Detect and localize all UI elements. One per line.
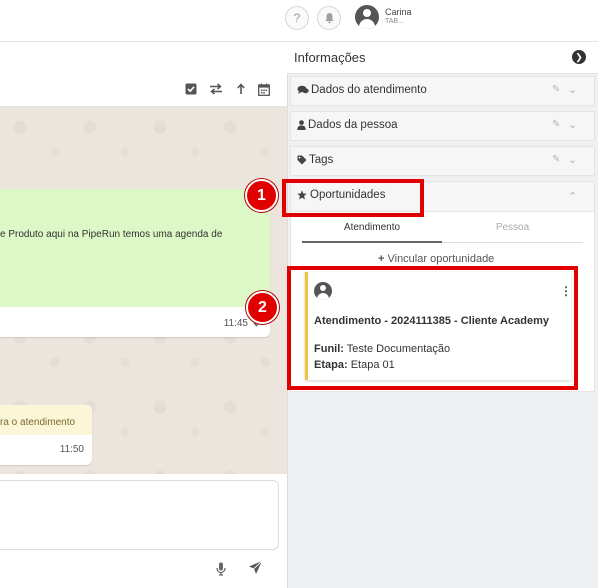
tab-active-underline [302, 241, 442, 243]
link-vincular-oportunidade[interactable]: + Vincular oportunidade [378, 253, 494, 265]
link-vincular-label: Vincular oportunidade [387, 253, 495, 265]
user-icon [297, 120, 306, 133]
system-message-text: ra o atendimento [0, 417, 76, 428]
pencil-icon[interactable]: ✎ [552, 119, 560, 130]
chevron-down-icon[interactable]: ⌄ [568, 118, 577, 131]
section-label-tags: Tags [309, 154, 334, 166]
send-icon[interactable] [248, 560, 263, 579]
message-footer: 11:45 [0, 307, 270, 337]
pencil-icon[interactable]: ✎ [552, 84, 560, 95]
collapse-panel-icon[interactable]: ❯ [572, 50, 586, 64]
pencil-icon[interactable]: ✎ [552, 154, 560, 165]
system-message: ra o atendimento 11:50 [0, 405, 92, 465]
chevron-down-icon[interactable]: ⌄ [568, 153, 577, 166]
tab-pessoa[interactable]: Pessoa [442, 222, 583, 233]
user-name: Carina [385, 7, 412, 17]
tab-divider [442, 242, 583, 243]
user-subtitle: TAB... [385, 18, 404, 25]
microphone-icon[interactable] [216, 562, 226, 579]
upload-icon[interactable] [236, 83, 246, 98]
help-icon: ? [293, 11, 301, 25]
user-avatar[interactable] [355, 5, 379, 29]
notifications-button[interactable] [317, 6, 341, 30]
highlight-box-oportunidades [282, 179, 424, 217]
check-square-icon[interactable] [185, 83, 197, 98]
calendar-icon[interactable] [258, 83, 270, 99]
annotation-badge-1: 1 [245, 179, 278, 212]
bell-icon [324, 13, 334, 24]
chevron-up-icon[interactable]: ⌃ [568, 190, 577, 203]
section-label-dados-pessoa: Dados da pessoa [308, 119, 398, 131]
help-button[interactable]: ? [285, 6, 309, 30]
system-message-time: 11:50 [59, 444, 84, 455]
message-text: e Produto aqui na PipeRun temos uma agen… [0, 229, 223, 240]
tag-icon [297, 155, 307, 168]
chevron-down-icon[interactable]: ⌄ [568, 83, 577, 96]
message-input[interactable] [0, 480, 279, 550]
comments-icon [297, 85, 309, 98]
message-bubble-outgoing: e Produto aqui na PipeRun temos uma agen… [0, 189, 270, 337]
info-panel-title: Informações [294, 50, 366, 65]
annotation-badge-2: 2 [246, 291, 279, 324]
message-time: 11:45 [223, 318, 248, 329]
transfer-icon[interactable] [209, 83, 223, 98]
highlight-box-card [287, 266, 578, 390]
tab-atendimento[interactable]: Atendimento [302, 222, 442, 233]
section-tags[interactable] [290, 146, 595, 176]
section-label-dados-atendimento: Dados do atendimento [311, 84, 427, 96]
